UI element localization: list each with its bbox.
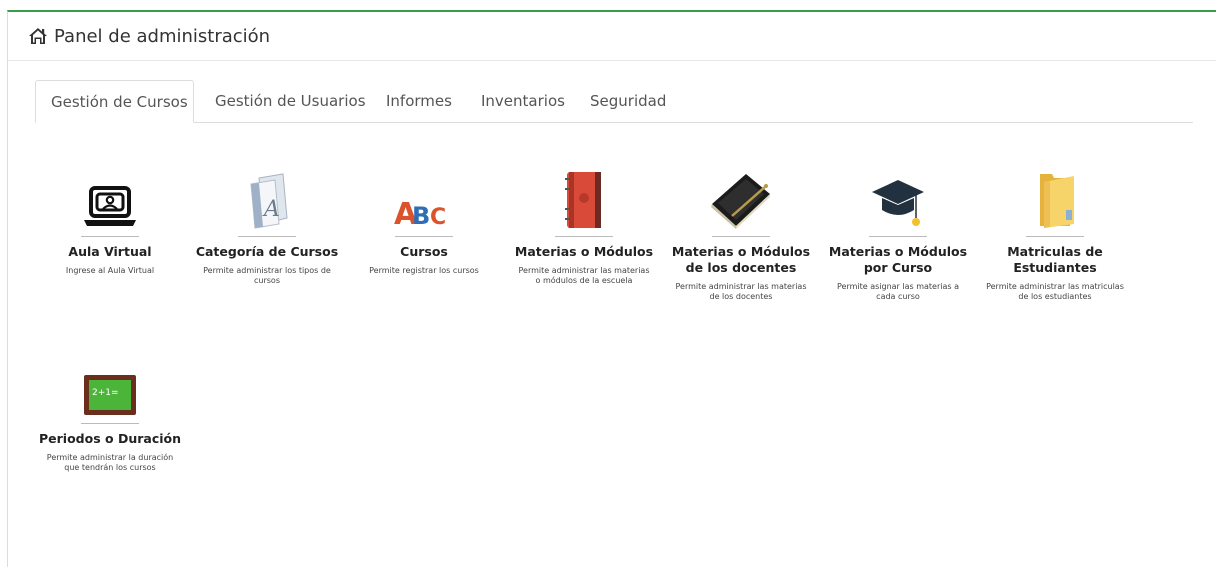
- separator: [712, 236, 770, 237]
- item-materias-docentes[interactable]: Materias o Módulos de los docentes Permi…: [666, 164, 816, 302]
- item-aula-virtual[interactable]: Aula Virtual Ingrese al Aula Virtual: [35, 164, 185, 276]
- tab-gestion-usuarios[interactable]: Gestión de Usuarios: [200, 80, 381, 122]
- item-description: Permite administrar las matriculas de lo…: [986, 282, 1124, 301]
- item-title: Materias o Módulos por Curso: [828, 244, 968, 275]
- item-description: Permite registrar los cursos: [369, 266, 479, 275]
- svg-text:2+1=: 2+1=: [92, 388, 119, 398]
- item-description: Ingrese al Aula Virtual: [65, 266, 155, 275]
- tab-seguridad[interactable]: Seguridad: [575, 80, 681, 122]
- tab-inventarios[interactable]: Inventarios: [466, 80, 580, 122]
- item-description: Permite administrar las materias de los …: [675, 282, 807, 301]
- black-book-icon: [666, 164, 816, 230]
- home-icon: [28, 27, 48, 45]
- item-title: Cursos: [400, 244, 448, 259]
- separator: [81, 236, 139, 237]
- separator: [869, 236, 927, 237]
- notebook-icon: [509, 164, 659, 230]
- svg-text:A: A: [262, 197, 280, 222]
- item-title: Periodos o Duración: [39, 431, 181, 446]
- item-description: Permite asignar las materias a cada curs…: [836, 282, 960, 301]
- item-description: Permite administrar las materias o módul…: [518, 266, 650, 285]
- item-matriculas[interactable]: Matriculas de Estudiantes Permite admini…: [980, 164, 1130, 302]
- tab-gestion-cursos[interactable]: Gestión de Cursos: [35, 80, 194, 123]
- panel-header: Panel de administración: [8, 12, 1216, 61]
- item-title: Aula Virtual: [68, 244, 152, 259]
- separator: [1026, 236, 1084, 237]
- graduation-cap-icon: [823, 164, 973, 230]
- item-title: Materias o Módulos de los docentes: [671, 244, 811, 275]
- separator: [81, 423, 139, 424]
- svg-text:C: C: [430, 205, 446, 230]
- item-description: Permite administrar los tipos de cursos: [203, 266, 331, 285]
- folder-icon: [980, 164, 1130, 230]
- item-periodos-duracion[interactable]: 2+1= Periodos o Duración Permite adminis…: [35, 351, 185, 473]
- item-title: Materias o Módulos: [514, 244, 654, 259]
- abc-icon: A B C: [349, 164, 499, 230]
- page-title: Panel de administración: [54, 25, 271, 47]
- separator: [238, 236, 296, 237]
- laptop-user-icon: [35, 164, 185, 230]
- tab-informes[interactable]: Informes: [371, 80, 467, 122]
- item-categoria-cursos[interactable]: A Categoría de Cursos Permite administra…: [192, 164, 342, 286]
- item-materias-modulos[interactable]: Materias o Módulos Permite administrar l…: [509, 164, 659, 286]
- svg-text:B: B: [412, 202, 430, 230]
- item-materias-por-curso[interactable]: Materias o Módulos por Curso Permite asi…: [823, 164, 973, 302]
- item-description: Permite administrar la duración que tend…: [46, 453, 174, 472]
- item-title: Categoría de Cursos: [195, 244, 339, 259]
- chalkboard-icon: 2+1=: [35, 351, 185, 417]
- item-title: Matriculas de Estudiantes: [1007, 244, 1103, 275]
- tab-bar: Gestión de Cursos Gestión de Usuarios In…: [35, 80, 1193, 123]
- separator: [555, 236, 613, 237]
- separator: [395, 236, 453, 237]
- font-document-icon: A: [192, 164, 342, 230]
- item-cursos[interactable]: A B C Cursos Permite registrar los curso…: [349, 164, 499, 276]
